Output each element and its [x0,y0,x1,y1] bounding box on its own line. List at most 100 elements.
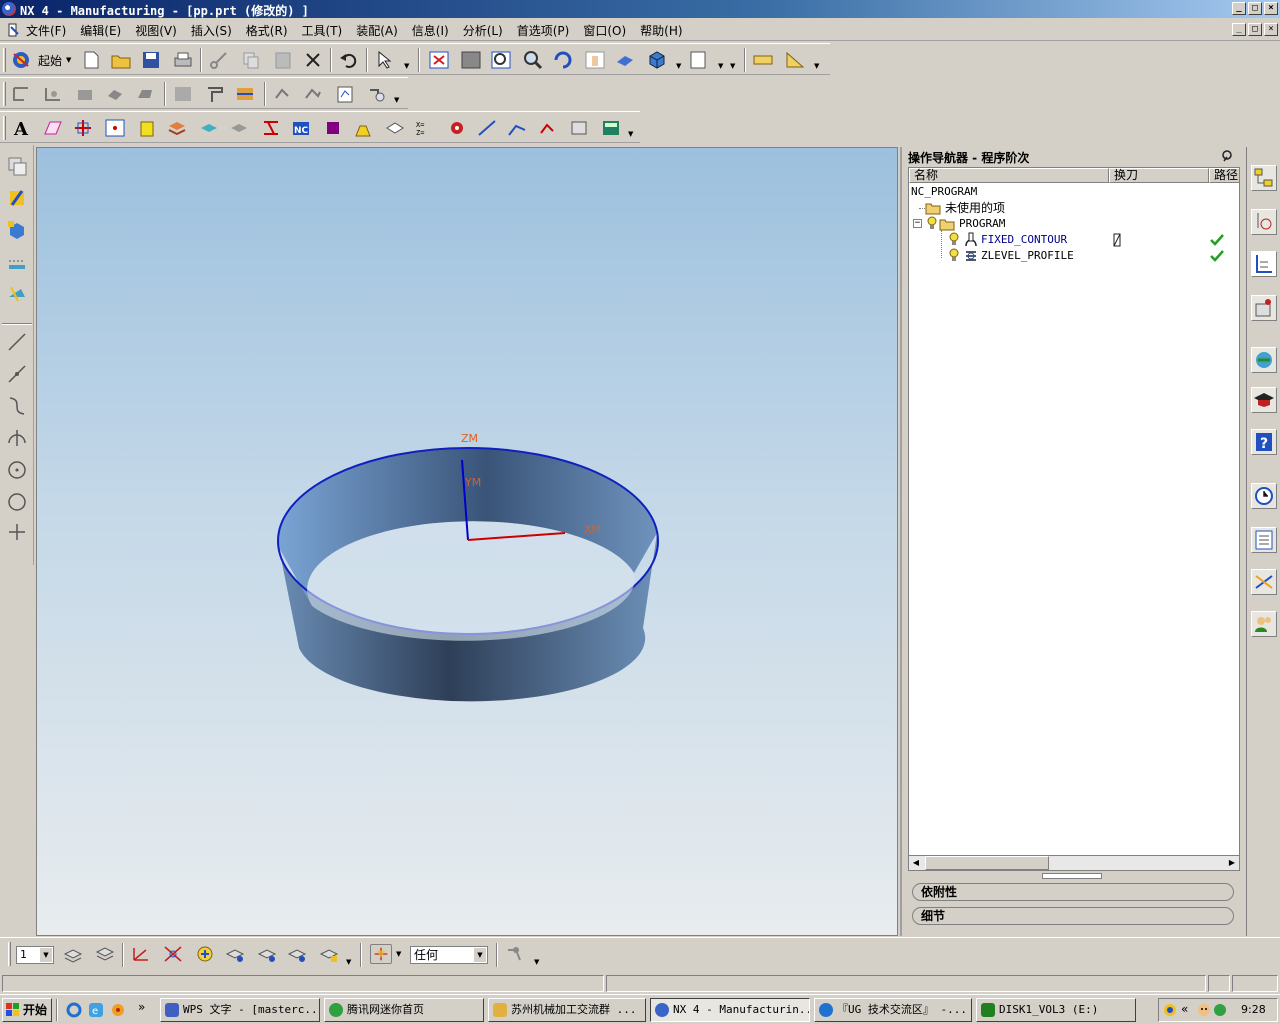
measure-angle-icon[interactable] [784,50,806,70]
layer-settings-icon[interactable] [166,118,188,138]
wcs-origin-icon[interactable] [318,944,340,964]
scroll-thumb[interactable] [925,856,1049,870]
ime-icon[interactable] [1163,1003,1177,1017]
maximize-button[interactable]: □ [1248,2,1262,15]
close-button[interactable]: × [1264,2,1278,15]
menu-help[interactable]: 帮助(H) [640,22,682,39]
fit-view-icon[interactable] [428,50,450,70]
menu-format[interactable]: 格式(R) [246,22,288,39]
generate-toolpath-icon[interactable] [272,84,294,104]
menu-preferences[interactable]: 首选项(P) [517,22,570,39]
collapse-icon[interactable]: − [913,219,922,228]
browser-quicklaunch-icon[interactable]: e [88,1002,104,1018]
paste-icon[interactable] [272,50,294,70]
start-icon[interactable] [10,50,32,70]
circle-vertical-icon[interactable] [6,491,28,513]
tray-expand-chevron[interactable]: « [1181,1002,1188,1016]
zoom-region-icon[interactable] [490,50,512,70]
filter-dropdown-arrow[interactable]: ▼ [396,950,401,958]
menu-file[interactable]: 文件(F) [26,22,66,39]
arc-line-vertical-icon[interactable] [6,363,28,385]
start-button[interactable]: 开始 [2,998,52,1022]
replay-toolpath-icon[interactable] [302,84,324,104]
menu-assemblies[interactable]: 装配(A) [356,22,398,39]
wcs-rotate-icon[interactable] [194,944,216,964]
doc-minimize-button[interactable]: _ [1232,23,1246,36]
menu-edit[interactable]: 编辑(E) [80,22,121,39]
machine-tool-tab-icon[interactable] [1251,209,1277,235]
datum-csys-icon[interactable] [72,118,94,138]
blank-icon[interactable] [260,118,282,138]
quicklaunch-overflow-chevron[interactable]: » [138,1000,145,1014]
more-dropdown-arrow[interactable]: ▼ [730,62,735,70]
chevron-down-icon[interactable]: ▼ [474,948,486,962]
navigator-tree[interactable]: 名称 换刀 路径 NC_PROGRAM 未使用的项 − PROGRAM FIXE… [908,167,1240,871]
create-method-vertical-icon[interactable] [6,251,28,273]
menu-analysis[interactable]: 分析(L) [463,22,503,39]
work-layer-select[interactable]: 1 ▼ [16,946,54,964]
wcs-dynamics-icon[interactable] [162,944,184,964]
geometry-tab-icon[interactable] [1251,295,1277,321]
datum-plane-icon[interactable] [42,118,64,138]
tangent-vertical-icon[interactable] [6,427,28,449]
details-panel-header[interactable]: 细节 [912,907,1234,925]
tree-row-root[interactable]: NC_PROGRAM [911,184,977,200]
tree-row-unused[interactable]: 未使用的项 [911,200,1211,216]
chevron-down-icon[interactable]: ▼ [40,948,52,962]
help-tab-icon[interactable]: ? [1251,429,1277,455]
spline-icon[interactable] [506,118,528,138]
create-geometry-vertical-icon[interactable] [6,219,28,241]
navigator-horizontal-scrollbar[interactable]: ◀ ▶ [908,855,1240,871]
panel-splitter-handle[interactable] [1042,873,1102,879]
create-program-icon[interactable] [10,84,32,104]
text-tool-icon[interactable]: A [10,118,32,138]
verify-toolpath-icon[interactable] [366,84,388,104]
feature-icon[interactable] [352,118,374,138]
wcs-save-icon[interactable] [256,944,278,964]
menu-information[interactable]: 信息(I) [412,22,449,39]
expression-icon[interactable]: X=Z= [414,118,436,138]
wcs-set-icon[interactable] [286,944,308,964]
graphics-viewport[interactable]: ZM YM XM [36,147,898,936]
part-model[interactable]: ZM YM XM [37,148,898,936]
layer-visible-bottom-icon[interactable] [94,944,116,964]
wcs-orient-icon[interactable] [130,944,152,964]
zoom-window-icon[interactable] [460,50,482,70]
rotate-icon[interactable] [552,50,574,70]
point-icon[interactable] [104,118,126,138]
cut-icon[interactable] [208,50,230,70]
new-file-icon[interactable] [80,50,102,70]
taskbar-button-disk[interactable]: DISK1_VOL3 (E:) [976,998,1136,1022]
selection-filter-icon[interactable] [370,944,392,964]
menu-view[interactable]: 视图(V) [135,22,177,39]
system-materials-tab-icon[interactable] [1251,569,1277,595]
render-style-icon[interactable] [614,50,636,70]
measure-distance-icon[interactable] [752,50,774,70]
dependencies-panel-header[interactable]: 依附性 [912,883,1234,901]
minimize-button[interactable]: _ [1232,2,1246,15]
column-header-tool-change[interactable]: 换刀 [1109,168,1209,183]
print-icon[interactable] [172,50,194,70]
line-icon[interactable] [476,118,498,138]
nc-assistant-icon[interactable]: NC [290,118,312,138]
section-view-icon[interactable] [384,118,406,138]
geometry-view-icon[interactable] [234,84,256,104]
circle-point-vertical-icon[interactable] [6,459,28,481]
taskbar-button-tencent[interactable]: 腾讯网迷你首页 [324,998,484,1022]
create-operation-icon[interactable] [134,84,156,104]
toolbar3-dropdown-arrow[interactable]: ▼ [628,130,633,138]
taskbar-button-qq-group[interactable]: 苏州机械加工交流群 ... [488,998,646,1022]
nx-app-icon[interactable] [2,2,16,16]
toolbar2-dropdown-arrow[interactable]: ▼ [394,96,399,104]
postprocess-icon[interactable] [334,84,356,104]
ie-quicklaunch-icon[interactable] [66,1002,82,1018]
qq-tray-icon[interactable] [1197,1003,1211,1017]
select-dropdown-arrow[interactable]: ▼ [404,62,409,70]
document-menu-icon[interactable] [6,22,22,38]
copy-icon[interactable] [240,50,262,70]
open-folder-icon[interactable] [110,50,132,70]
flower-quicklaunch-icon[interactable] [110,1002,126,1018]
spline-vertical-icon[interactable] [6,395,28,417]
training-tab-icon[interactable] [1251,387,1277,413]
menu-window[interactable]: 窗口(O) [583,22,626,39]
